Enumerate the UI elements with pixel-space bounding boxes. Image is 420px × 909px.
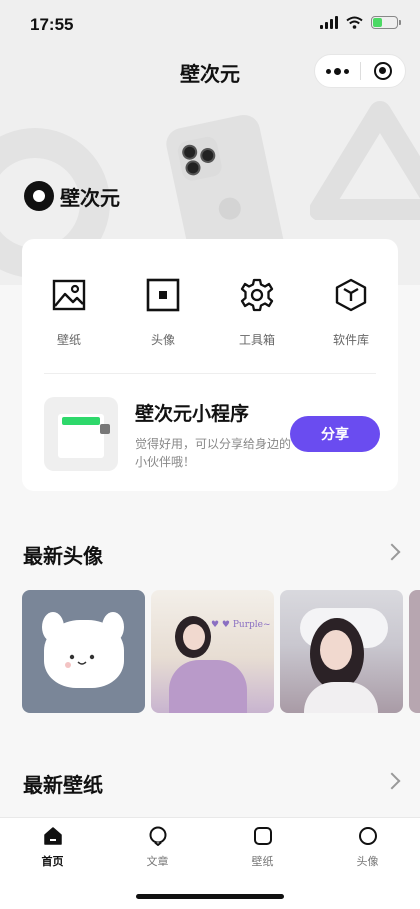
more-menu-button[interactable] <box>315 67 360 75</box>
avatar-thumbnail[interactable] <box>22 590 145 713</box>
quick-actions: 壁纸 头像 工具箱 软件库 <box>22 277 398 348</box>
tab-articles[interactable]: 文章 <box>105 826 210 869</box>
article-icon <box>149 826 166 846</box>
gear-icon <box>240 278 274 312</box>
quick-action-wallpaper[interactable]: 壁纸 <box>22 277 116 348</box>
chevron-right-icon[interactable] <box>383 772 401 790</box>
close-miniprogram-button[interactable] <box>361 62 406 80</box>
quick-action-avatar[interactable]: 头像 <box>116 277 210 348</box>
quick-action-label: 壁纸 <box>56 333 81 347</box>
quick-action-software[interactable]: 软件库 <box>304 277 398 348</box>
tab-avatars[interactable]: 头像 <box>315 826 420 869</box>
status-bar: 17:55 <box>0 0 420 50</box>
miniprogram-description: 觉得好用，可以分享给身边的小伙伴哦！ <box>135 437 292 469</box>
avatar-icon <box>358 827 377 845</box>
tab-wallpapers[interactable]: 壁纸 <box>210 826 315 869</box>
wifi-icon <box>346 16 363 29</box>
brand-name: 壁次元 <box>60 185 120 210</box>
wallpaper-icon <box>253 827 272 845</box>
camera-module <box>176 135 224 183</box>
quick-action-toolbox[interactable]: 工具箱 <box>210 277 304 348</box>
share-button[interactable]: 分享 <box>290 416 380 452</box>
decorative-triangle <box>310 101 420 220</box>
avatar-list: ♥ ♥ Purple~ <box>22 590 420 713</box>
target-icon <box>373 62 392 80</box>
avatar-thumbnail[interactable] <box>280 590 403 713</box>
avatar-thumbnail[interactable]: ♥ ♥ Purple~ <box>151 590 274 713</box>
status-time: 17:55 <box>30 15 74 34</box>
divider <box>44 373 376 374</box>
signal-icon <box>320 16 338 29</box>
miniprogram-icon <box>44 397 118 471</box>
decorative-text: ♥ ♥ Purple~ <box>211 620 271 630</box>
status-icons <box>320 16 401 29</box>
tab-label: 壁纸 <box>251 855 274 868</box>
home-indicator <box>136 894 284 899</box>
sticker-face <box>65 654 95 668</box>
battery-icon <box>371 16 401 29</box>
avatar-thumbnail[interactable] <box>409 590 420 713</box>
tab-label: 首页 <box>41 855 64 868</box>
image-icon <box>52 279 86 311</box>
chevron-right-icon[interactable] <box>383 543 401 561</box>
miniprogram-title: 壁次元小程序 <box>135 403 250 425</box>
tab-home[interactable]: 首页 <box>0 826 105 869</box>
brand: 壁次元 <box>24 181 120 211</box>
avatar-frame-icon <box>146 278 180 312</box>
tab-label: 文章 <box>146 855 169 868</box>
phone-logo-icon <box>216 195 243 222</box>
home-icon <box>43 827 62 845</box>
brand-logo-icon <box>24 181 54 211</box>
section-title-avatars: 最新头像 <box>23 544 103 568</box>
quick-action-label: 软件库 <box>332 333 369 347</box>
tab-label: 头像 <box>356 855 379 868</box>
feature-card: 壁纸 头像 工具箱 软件库 壁次元小程序 觉得好用，可以分享给身边的小伙伴哦！ … <box>22 239 398 491</box>
section-title-wallpapers: 最新壁纸 <box>23 773 103 797</box>
quick-action-label: 头像 <box>150 333 175 347</box>
quick-action-label: 工具箱 <box>238 333 275 347</box>
miniprogram-capsule <box>314 54 406 88</box>
cube-icon <box>335 278 367 312</box>
